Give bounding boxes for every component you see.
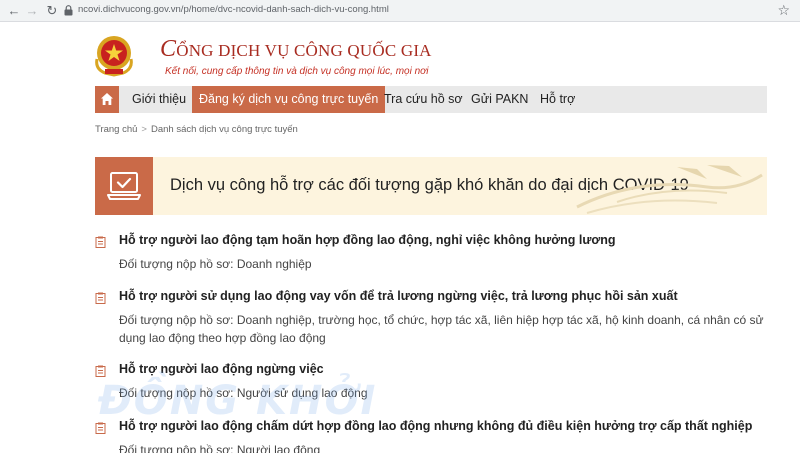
watermark-text: ĐỒNG KHỞI (98, 378, 378, 424)
site-title-initial: C (160, 36, 177, 62)
service-subject: Đối tượng nộp hồ sơ: Doanh nghiệp, trườn… (119, 313, 764, 345)
bronze-drum-decoration-icon (576, 165, 763, 214)
site-title[interactable]: CỔNG DỊCH VỤ CÔNG QUỐC GIA (160, 36, 432, 63)
breadcrumb-home-link[interactable]: Trang chủ (95, 124, 137, 135)
reload-icon[interactable]: ↻ (44, 3, 60, 19)
back-arrow-icon[interactable]: ← (6, 3, 22, 19)
service-title[interactable]: Hỗ trợ người sử dụng lao động vay vốn để… (119, 289, 678, 303)
site-tagline: Kết nối, cung cấp thông tin và dịch vụ c… (165, 66, 429, 77)
breadcrumb: Trang chủ > Danh sách dịch vụ công trực tu… (95, 124, 298, 135)
national-emblem-logo[interactable] (91, 33, 137, 77)
service-subject: Đối tượng nộp hồ sơ: Doanh nghiệp (119, 257, 312, 271)
nav-item-dang-ky-dich-vu[interactable]: Đăng ký dịch vụ công trực tuyến (192, 86, 386, 113)
service-item[interactable]: Hỗ trợ người lao động tạm hoãn hợp đồng … (95, 233, 775, 273)
document-icon (95, 292, 106, 304)
home-button[interactable] (95, 86, 119, 113)
covid-services-banner: Dịch vụ công hỗ trợ các đối tượng gặp kh… (95, 157, 767, 215)
forward-arrow-icon[interactable]: → (24, 3, 40, 19)
lock-icon (64, 5, 73, 16)
service-item[interactable]: Hỗ trợ người sử dụng lao động vay vốn để… (95, 289, 775, 347)
nav-item-tra-cuu-ho-so[interactable]: Tra cứu hồ sơ (377, 86, 470, 113)
service-subject: Đối tượng nộp hồ sơ: Người lao động (119, 443, 321, 453)
breadcrumb-separator-icon: > (141, 124, 147, 135)
bookmark-star-icon[interactable]: ☆ (777, 2, 790, 19)
laptop-check-icon (107, 172, 141, 200)
breadcrumb-current: Danh sách dịch vụ công trực tuyến (150, 124, 298, 135)
document-icon (95, 236, 106, 248)
service-title[interactable]: Hỗ trợ người lao động tạm hoãn hợp đồng … (119, 233, 616, 247)
browser-address-bar: ← → ↻ ncovi.dichvucong.gov.vn/p/home/dvc… (0, 0, 800, 22)
nav-item-gui-pakn[interactable]: Gửi PAKN (464, 86, 535, 113)
site-title-rest: ỔNG DỊCH VỤ CÔNG QUỐC GIA (176, 41, 432, 60)
document-icon (95, 365, 106, 377)
service-title[interactable]: Hỗ trợ người lao động ngừng việc (119, 362, 324, 376)
nav-item-gioi-thieu[interactable]: Giới thiệu (125, 86, 193, 113)
home-icon (101, 93, 113, 105)
url-text[interactable]: ncovi.dichvucong.gov.vn/p/home/dvc-ncovi… (78, 4, 389, 15)
banner-icon-box (95, 157, 153, 215)
main-navigation: Giới thiệu Đăng ký dịch vụ công trực tuy… (95, 86, 767, 113)
nav-item-ho-tro[interactable]: Hỗ trợ (533, 86, 582, 113)
service-item[interactable]: Hỗ trợ người lao động chấm dứt hợp đồng … (95, 419, 775, 453)
